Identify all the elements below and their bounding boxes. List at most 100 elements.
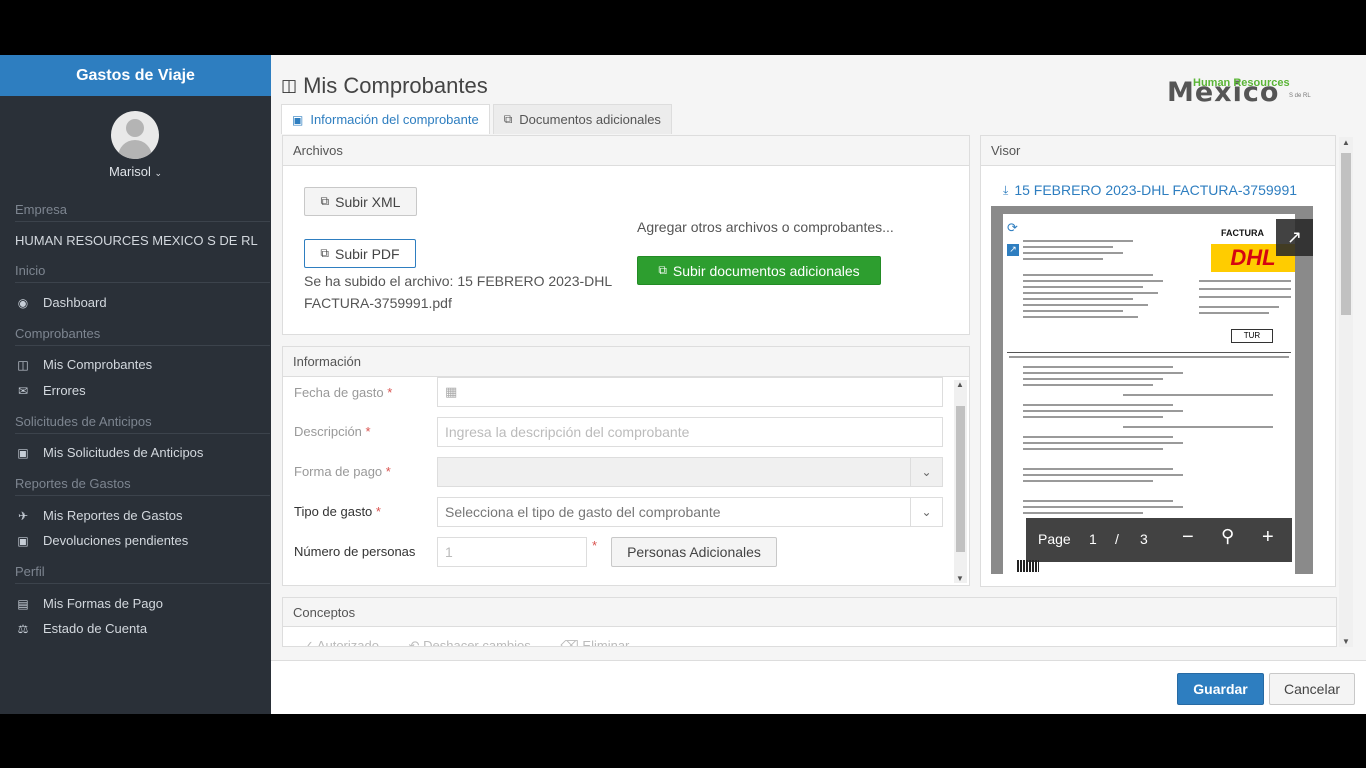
open-external-icon[interactable]: ↗ bbox=[1276, 219, 1313, 256]
zoom-icon[interactable]: ⚲ bbox=[1221, 526, 1234, 547]
required-mark: * bbox=[592, 538, 598, 553]
section-empresa: Empresa bbox=[15, 202, 270, 222]
money-icon: ▣ bbox=[17, 445, 29, 460]
pdf-toolbar: Page 1 / 3 − ⚲ + bbox=[1026, 518, 1292, 562]
zoom-in-icon[interactable]: + bbox=[1262, 526, 1274, 549]
money-icon: ▣ bbox=[292, 112, 304, 127]
user-menu[interactable]: Marisol ⌄ bbox=[0, 164, 271, 179]
footer-bar: Guardar Cancelar bbox=[271, 660, 1366, 714]
num-personas-input[interactable]: 1 bbox=[437, 537, 587, 567]
sidebar: Gastos de Viaje Marisol ⌄ Empresa HUMAN … bbox=[0, 55, 271, 714]
copy-icon: ⧉ bbox=[320, 194, 330, 208]
scrollbar-thumb[interactable] bbox=[1341, 153, 1351, 315]
tabs: ▣ Información del comprobante ⧉ Documentos… bbox=[281, 104, 675, 134]
sidebar-item-mis-reportes[interactable]: ✈ Mis Reportes de Gastos bbox=[15, 508, 265, 523]
fecha-gasto-input[interactable]: ▦ bbox=[437, 377, 943, 407]
copy-icon: ⧉ bbox=[503, 112, 513, 126]
sidebar-item-formas-pago[interactable]: ▤ Mis Formas de Pago bbox=[15, 596, 265, 611]
plane-icon: ✈ bbox=[17, 508, 29, 523]
undo-icon: ↶ bbox=[408, 638, 420, 647]
chevron-down-icon: ⌄ bbox=[910, 458, 942, 486]
archivos-panel: Archivos ⧉ Subir XML ⧉ Subir PDF Se ha sub… bbox=[282, 135, 970, 335]
sidebar-item-devoluciones[interactable]: ▣ Devoluciones pendientes bbox=[15, 533, 265, 548]
guardar-button[interactable]: Guardar bbox=[1177, 673, 1264, 705]
subir-adicionales-button[interactable]: ⧉ Subir documentos adicionales bbox=[637, 256, 881, 285]
sidebar-item-mis-comprobantes[interactable]: ◫ Mis Comprobantes bbox=[15, 357, 265, 372]
app-title[interactable]: Gastos de Viaje bbox=[0, 55, 271, 96]
page-title: ◫ Mis Comprobantes bbox=[281, 73, 488, 98]
sidebar-item-estado-cuenta[interactable]: ⚖ Estado de Cuenta bbox=[15, 621, 265, 636]
company-logo: Mexico Human Resources S de RL bbox=[1167, 77, 1311, 108]
personas-adicionales-button[interactable]: Personas Adicionales bbox=[611, 537, 777, 567]
autorizado-button[interactable]: ✓ Autorizado bbox=[303, 638, 379, 647]
company-name: HUMAN RESOURCES MEXICO S DE RL bbox=[15, 233, 258, 248]
subir-pdf-button[interactable]: ⧉ Subir PDF bbox=[304, 239, 416, 268]
dashboard-icon: ◉ bbox=[17, 295, 29, 310]
main-scrollbar[interactable]: ▲ ▼ bbox=[1339, 137, 1353, 647]
pdf-viewer[interactable]: ⟳ ↗ FACTURA DHL TUR ↗ Page 1 / 3 − ⚲ + bbox=[991, 206, 1313, 574]
file-download-link[interactable]: ⤓ 15 FEBRERO 2023-DHL FACTURA-3759991 bbox=[1003, 182, 1297, 198]
envelope-icon: ✉ bbox=[17, 383, 29, 398]
descripcion-input[interactable]: Ingresa la descripción del comprobante bbox=[437, 417, 943, 447]
chevron-down-icon: ⌄ bbox=[154, 168, 163, 178]
chevron-down-icon: ⌄ bbox=[910, 498, 942, 526]
tab-informacion[interactable]: ▣ Información del comprobante bbox=[281, 104, 490, 134]
user-name: Marisol bbox=[108, 164, 151, 179]
informacion-panel: Información Fecha de gasto * ▦ Descripci… bbox=[282, 346, 970, 586]
inbox-icon: ◫ bbox=[17, 357, 29, 372]
app-window: Gastos de Viaje Marisol ⌄ Empresa HUMAN … bbox=[0, 55, 1366, 714]
conceptos-panel: Conceptos ✓ Autorizado ↶ Deshacer cambio… bbox=[282, 597, 1337, 647]
fecha-label: Fecha de gasto * bbox=[294, 385, 393, 400]
pdf-page-separator: / bbox=[1115, 531, 1119, 547]
expand-icon[interactable]: ↗ bbox=[1007, 244, 1019, 256]
archivos-title: Archivos bbox=[283, 136, 969, 166]
sidebar-item-errores[interactable]: ✉ Errores bbox=[15, 383, 265, 398]
scroll-down-icon[interactable]: ▼ bbox=[1342, 637, 1350, 646]
forma-pago-label: Forma de pago * bbox=[294, 464, 391, 479]
sidebar-item-dashboard[interactable]: ◉ Dashboard bbox=[15, 295, 265, 310]
eliminar-button[interactable]: ⌫ Eliminar bbox=[560, 638, 629, 647]
forma-pago-select[interactable]: ⌄ bbox=[437, 457, 943, 487]
visor-title: Visor bbox=[981, 136, 1335, 166]
doc-tur-box: TUR bbox=[1231, 329, 1273, 343]
deshacer-button[interactable]: ↶ Deshacer cambios bbox=[408, 638, 531, 647]
sidebar-item-mis-solicitudes[interactable]: ▣ Mis Solicitudes de Anticipos bbox=[15, 445, 265, 460]
scroll-up-icon[interactable]: ▲ bbox=[1342, 138, 1350, 147]
scrollbar-thumb[interactable] bbox=[956, 406, 965, 552]
informacion-title: Información bbox=[283, 347, 969, 377]
avatar[interactable] bbox=[111, 111, 159, 159]
scroll-up-icon[interactable]: ▲ bbox=[956, 380, 964, 389]
calendar-icon: ▦ bbox=[445, 384, 458, 399]
descripcion-label: Descripción * bbox=[294, 424, 371, 439]
money-icon: ▣ bbox=[17, 533, 29, 548]
conceptos-toolbar: ✓ Autorizado ↶ Deshacer cambios ⌫ Elimin… bbox=[303, 638, 629, 647]
doc-factura-label: FACTURA bbox=[1221, 228, 1264, 238]
balance-scale-icon: ⚖ bbox=[17, 621, 29, 636]
copy-icon: ⧉ bbox=[658, 263, 667, 277]
download-icon: ⤓ bbox=[1003, 182, 1009, 197]
tab-documentos[interactable]: ⧉ Documentos adicionales bbox=[492, 104, 672, 134]
pdf-page-input[interactable]: 1 bbox=[1089, 531, 1097, 547]
uploaded-file-message: Se ha subido el archivo: 15 FEBRERO 2023… bbox=[304, 273, 613, 311]
subir-xml-button[interactable]: ⧉ Subir XML bbox=[304, 187, 417, 216]
visor-panel: Visor ⤓ 15 FEBRERO 2023-DHL FACTURA-3759… bbox=[980, 135, 1336, 587]
section-reportes: Reportes de Gastos bbox=[15, 476, 270, 496]
tipo-gasto-label: Tipo de gasto * bbox=[294, 504, 381, 519]
num-personas-label: Número de personas bbox=[294, 544, 416, 559]
tipo-gasto-select[interactable]: Selecciona el tipo de gasto del comproba… bbox=[437, 497, 943, 527]
pdf-page-total: 3 bbox=[1140, 531, 1148, 547]
agregar-archivos-text: Agregar otros archivos o comprobantes... bbox=[637, 219, 894, 235]
check-icon: ✓ bbox=[303, 638, 314, 647]
informacion-scrollbar[interactable]: ▲ ▼ bbox=[954, 380, 967, 583]
main-content: ◫ Mis Comprobantes Mexico Human Resources… bbox=[271, 55, 1366, 714]
inbox-icon: ◫ bbox=[281, 76, 298, 95]
trash-icon: ⌫ bbox=[560, 638, 579, 647]
cancelar-button[interactable]: Cancelar bbox=[1269, 673, 1355, 705]
conceptos-title: Conceptos bbox=[283, 598, 1336, 627]
refresh-icon[interactable]: ⟳ bbox=[1007, 220, 1018, 236]
zoom-out-icon[interactable]: − bbox=[1182, 526, 1194, 549]
section-inicio: Inicio bbox=[15, 263, 270, 283]
section-anticipos: Solicitudes de Anticipos bbox=[15, 414, 270, 434]
scroll-down-icon[interactable]: ▼ bbox=[956, 574, 964, 583]
pdf-page-label: Page bbox=[1038, 531, 1071, 547]
